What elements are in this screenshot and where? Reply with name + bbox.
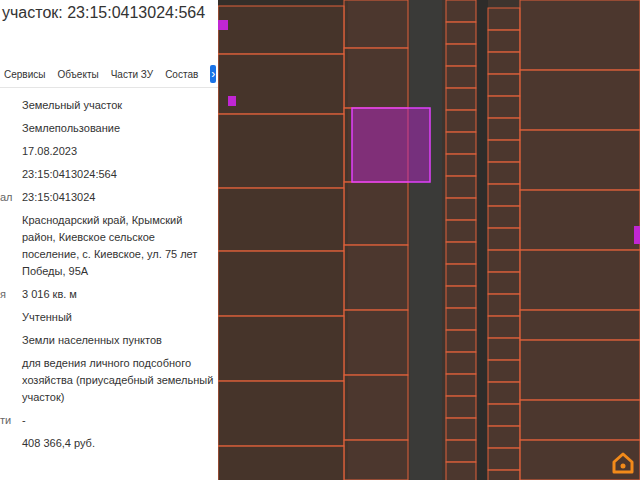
attribute-value: 408 366,4 руб. — [22, 435, 99, 452]
attribute-label: ал — [0, 189, 22, 206]
attribute-row: 17.08.2023 — [0, 140, 218, 163]
attribute-row: Землепользование — [0, 117, 218, 140]
attribute-row: ал23:15:0413024 — [0, 186, 218, 209]
attribute-value: Землепользование — [22, 120, 124, 137]
attribute-row: 408 366,4 руб. — [0, 432, 218, 455]
attribute-row: Краснодарский край, Крымский район, Киев… — [0, 209, 218, 283]
attribute-label — [0, 212, 22, 280]
tabs-next-button[interactable]: › — [210, 65, 216, 83]
attribute-label — [0, 166, 22, 183]
attribute-value: 23:15:0413024:564 — [22, 166, 121, 183]
attribute-value: 17.08.2023 — [22, 143, 81, 160]
logo-icon — [612, 452, 634, 474]
attribute-label — [0, 332, 22, 349]
attribute-value: Учтенный — [22, 309, 76, 326]
attribute-row: 23:15:0413024:564 — [0, 163, 218, 186]
tab[interactable]: Состав — [165, 67, 198, 82]
cadastral-map[interactable] — [218, 0, 640, 480]
attributes-list: Земельный участок Землепользование 17.08.2… — [0, 88, 218, 455]
attribute-label: ти — [0, 412, 22, 429]
attribute-value: для ведения личного подсобного хозяйства… — [22, 355, 218, 406]
tab[interactable]: Части ЗУ — [111, 67, 153, 82]
tab[interactable]: Объекты — [57, 67, 98, 82]
attribute-label — [0, 143, 22, 160]
attribute-value: 23:15:0413024 — [22, 189, 99, 206]
attribute-label — [0, 97, 22, 114]
attribute-row: Земельный участок — [0, 94, 218, 117]
attribute-row: Учтенный — [0, 306, 218, 329]
attribute-label: я — [0, 286, 22, 303]
info-panel: участок: 23:15:0413024:564 Сервисы Объекты… — [0, 0, 218, 480]
attribute-label — [0, 435, 22, 452]
attribute-label — [0, 309, 22, 326]
attribute-value: - — [22, 412, 30, 429]
panel-title: участок: 23:15:0413024:564 — [0, 0, 218, 23]
tab[interactable]: Сервисы — [4, 67, 45, 82]
attribute-label — [0, 120, 22, 137]
attribute-label — [0, 355, 22, 406]
attribute-value: 3 016 кв. м — [22, 286, 81, 303]
attribute-value: Краснодарский край, Крымский район, Киев… — [22, 212, 218, 280]
attribute-row: ти- — [0, 409, 218, 432]
attribute-row: я3 016 кв. м — [0, 283, 218, 306]
attribute-row: для ведения личного подсобного хозяйства… — [0, 352, 218, 409]
tabs-bar: Сервисы Объекты Части ЗУ Состав › — [0, 65, 218, 88]
app: участок: 23:15:0413024:564 Сервисы Объекты… — [0, 0, 640, 480]
attribute-value: Земли населенных пунктов — [22, 332, 166, 349]
attribute-value: Земельный участок — [22, 97, 126, 114]
map-area — [218, 0, 640, 480]
attribute-row: Земли населенных пунктов — [0, 329, 218, 352]
